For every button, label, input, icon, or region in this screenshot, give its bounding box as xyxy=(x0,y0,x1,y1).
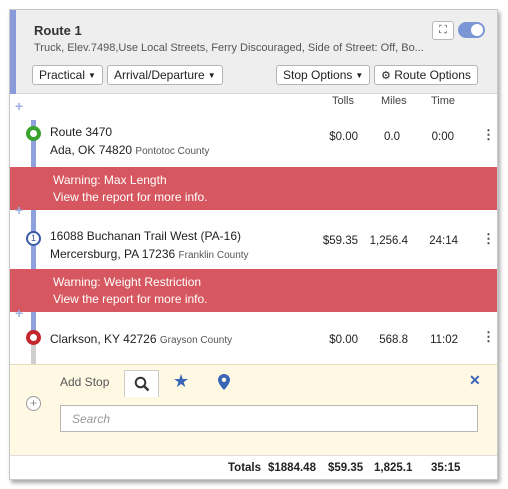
totals-row: Totals $1884.48 $59.35 1,825.1 35:15 xyxy=(10,455,497,479)
route-options-label: Route Options xyxy=(394,68,471,82)
stop-county: Grayson County xyxy=(159,335,233,346)
tab-search[interactable] xyxy=(124,370,159,397)
warning-detail: View the report for more info. xyxy=(53,190,208,204)
route-header: Route 1 Truck, Elev.7498,Use Local Stree… xyxy=(10,10,497,94)
stop-address-text: Ada, OK 74820 xyxy=(50,143,133,157)
stop-time: 0:00 xyxy=(431,131,454,143)
stop-miles: 0.0 xyxy=(384,131,400,143)
totals-time: 35:15 xyxy=(431,462,461,474)
destination-stop-marker xyxy=(26,330,41,345)
caret-down-icon: ▼ xyxy=(355,71,364,80)
stop-name[interactable]: Clarkson, KY 42726 Grayson County xyxy=(50,332,232,346)
expand-button[interactable]: ⛶ xyxy=(432,21,454,40)
warning-title: Warning: Weight Restriction xyxy=(53,275,202,289)
add-stop-plus-icon[interactable]: + xyxy=(26,396,41,411)
totals-label: Totals xyxy=(228,462,262,474)
origin-stop-marker xyxy=(26,126,41,141)
route-panel: Route 1 Truck, Elev.7498,Use Local Stree… xyxy=(9,9,498,480)
stop-options-label: Stop Options xyxy=(283,68,353,82)
fullscreen-icon: ⛶ xyxy=(439,24,447,36)
stop-address-text: Mercersburg, PA 17236 xyxy=(50,247,176,261)
stop-number: 1 xyxy=(30,233,36,243)
caret-down-icon: ▼ xyxy=(88,71,96,80)
warning-banner[interactable]: Warning: Max Length View the report for … xyxy=(10,167,497,210)
column-header-miles: Miles xyxy=(381,95,407,107)
stop-menu-icon[interactable]: ⋮ xyxy=(482,329,495,345)
stop-name[interactable]: 16088 Buchanan Trail West (PA-16) xyxy=(50,229,241,243)
timing-dropdown[interactable]: Arrival/Departure ▼ xyxy=(107,65,223,85)
caret-down-icon: ▼ xyxy=(207,71,216,80)
favorites-star-icon[interactable]: ★ xyxy=(173,372,189,390)
search-icon xyxy=(134,376,150,392)
timing-label: Arrival/Departure xyxy=(114,68,205,82)
stop-address: Mercersburg, PA 17236 Franklin County xyxy=(50,247,249,261)
stop-time: 24:14 xyxy=(429,235,458,247)
stop-name-text: Clarkson, KY 42726 xyxy=(50,332,157,346)
totals-cost: $1884.48 xyxy=(268,462,316,474)
warning-title: Warning: Max Length xyxy=(53,173,167,187)
route-visibility-toggle[interactable] xyxy=(458,22,485,38)
stop-name[interactable]: Route 3470 xyxy=(50,125,112,139)
totals-miles: 1,825.1 xyxy=(374,462,413,474)
stop-county: Franklin County xyxy=(178,250,249,261)
route-color-accent xyxy=(10,10,16,94)
toggle-knob xyxy=(471,24,483,36)
stop-address: Ada, OK 74820 Pontotoc County xyxy=(50,143,209,157)
route-description: Truck, Elev.7498,Use Local Streets, Ferr… xyxy=(34,42,424,54)
warning-detail: View the report for more info. xyxy=(53,292,208,306)
waypoint-stop-marker: 1 xyxy=(26,231,41,246)
warning-banner[interactable]: Warning: Weight Restriction View the rep… xyxy=(10,269,497,312)
stop-menu-icon[interactable]: ⋮ xyxy=(482,231,495,247)
map-pin-icon[interactable] xyxy=(218,374,230,390)
stop-options-dropdown[interactable]: Stop Options ▼ xyxy=(276,65,371,85)
totals-tolls: $59.35 xyxy=(328,462,364,474)
insert-stop-plus-icon[interactable]: + xyxy=(15,99,23,113)
search-input[interactable] xyxy=(60,405,478,432)
stop-county: Pontotoc County xyxy=(135,146,210,157)
insert-stop-plus-icon[interactable]: + xyxy=(15,306,23,320)
add-stop-label: Add Stop xyxy=(60,375,110,389)
route-options-button[interactable]: ⚙ Route Options xyxy=(374,65,478,85)
add-stop-panel: Add Stop ★ ✕ xyxy=(10,364,497,455)
stop-menu-icon[interactable]: ⋮ xyxy=(482,127,495,143)
stop-time: 11:02 xyxy=(430,334,458,346)
gear-icon: ⚙ xyxy=(381,70,391,82)
routing-type-dropdown[interactable]: Practical ▼ xyxy=(32,65,103,85)
routing-type-label: Practical xyxy=(39,68,86,82)
close-icon[interactable]: ✕ xyxy=(469,372,481,389)
route-title: Route 1 xyxy=(34,23,82,38)
column-header-tolls: Tolls xyxy=(332,95,355,107)
column-header-time: Time xyxy=(431,95,456,107)
insert-stop-plus-icon[interactable]: + xyxy=(15,203,23,217)
